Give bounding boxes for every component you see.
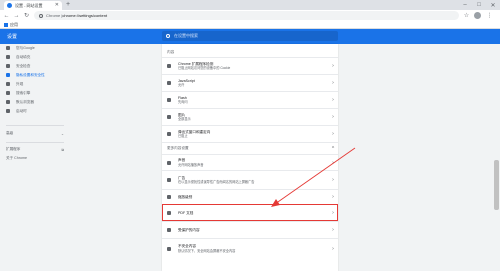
annotation-arrow-icon (271, 147, 356, 207)
page-scrollbar[interactable] (493, 44, 500, 271)
scrollbar-thumb[interactable] (494, 160, 499, 210)
